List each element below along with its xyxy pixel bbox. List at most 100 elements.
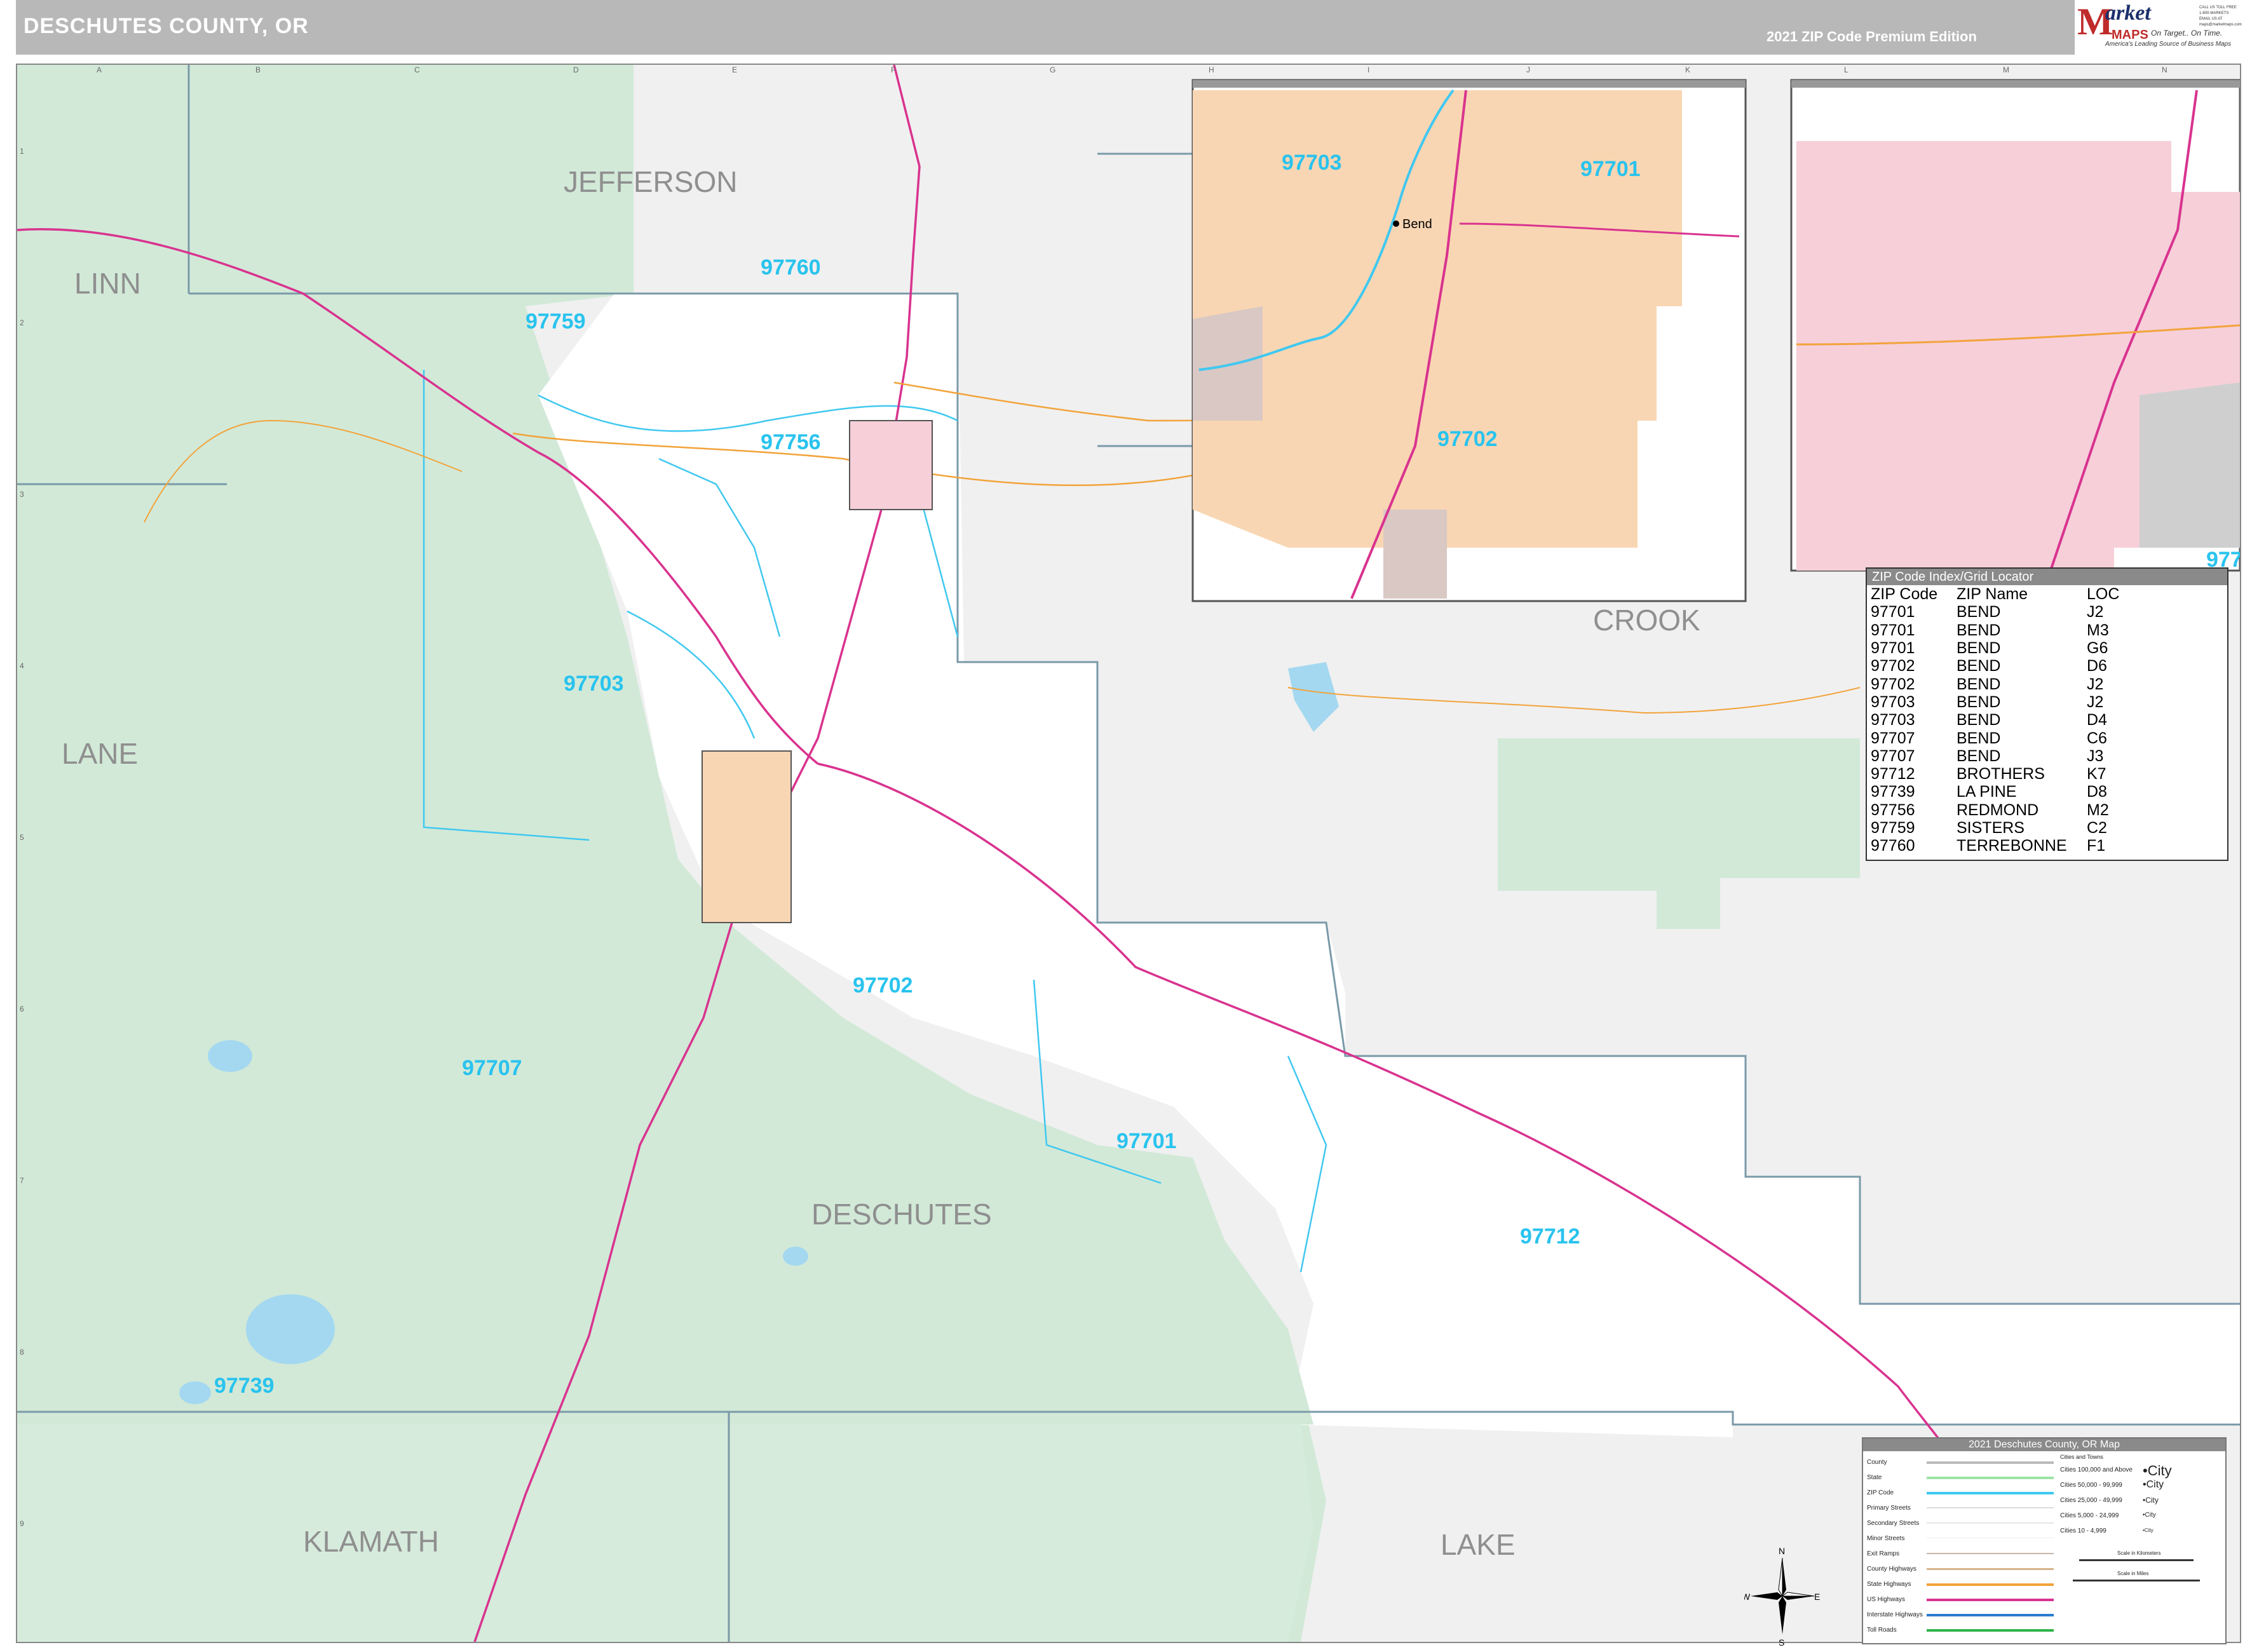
svg-text:C: C [414, 65, 420, 74]
bend-city [702, 751, 791, 923]
legend-city-sym-1: •City [2143, 1463, 2172, 1479]
legend-primary-line [1927, 1507, 2054, 1508]
table-row: 97760 TERREBONNE F1 [1871, 837, 2106, 855]
svg-text:I: I [1367, 65, 1369, 74]
svg-text:9: 9 [20, 1519, 24, 1528]
compass-s: S [1779, 1637, 1784, 1647]
legend-secondary: Secondary Streets [1867, 1520, 1920, 1527]
bend-city-label: Bend [1402, 217, 1432, 231]
title-bar: DESCHUTES COUNTY, OR 2021 ZIP Code Premi… [16, 0, 2242, 55]
legend-county-hwy: County Highways [1867, 1566, 1916, 1573]
scale-bar-km [2079, 1559, 2194, 1561]
table-row: 97759 SISTERS C2 [1871, 819, 2107, 837]
legend-primary: Primary Streets [1867, 1505, 1911, 1512]
svg-text:N: N [2162, 65, 2167, 74]
compass-e: E [1814, 1592, 1820, 1602]
table-row: 97707 BEND J3 [1871, 747, 2104, 765]
svg-text:8: 8 [20, 1348, 24, 1357]
scale-bar-mi [2073, 1580, 2200, 1581]
svg-text:F: F [891, 65, 895, 74]
svg-text:1: 1 [20, 147, 24, 156]
svg-text:J: J [1526, 65, 1530, 74]
zip-97702: 97702 [853, 973, 913, 998]
edition-label: 2021 ZIP Code Premium Edition [1767, 29, 1977, 44]
legend-interstate-line [1927, 1614, 2054, 1616]
legend-us-hwy: US Highways [1867, 1596, 1906, 1603]
table-row: 97701 BEND G6 [1871, 639, 2108, 658]
legend-city-3: Cities 25,000 - 49,999 [2060, 1497, 2122, 1504]
zip-index-grid: ZIP Code ZIP Name LOC 97701 BEND J2 97701 B… [1871, 585, 2138, 855]
zip-97701: 97701 [1116, 1129, 1177, 1153]
map-legend: 2021 Deschutes County, OR Map County Sta… [1862, 1437, 2227, 1644]
svg-text:3: 3 [20, 490, 24, 499]
svg-text:L: L [1844, 65, 1848, 74]
bend-inset-zip-97703: 97703 [1282, 151, 1342, 175]
compass-n: N [1779, 1546, 1785, 1556]
table-row: 97703 BEND J2 [1871, 693, 2104, 711]
zip-index-title: ZIP Code Index/Grid Locator [1867, 569, 2227, 585]
legend-toll-line [1927, 1629, 2054, 1632]
logo-tagline: On Target.. On Time. [2151, 29, 2223, 37]
legend-cities-title: Cities and Towns [2060, 1454, 2103, 1460]
table-row: 97701 BEND J2 [1871, 603, 2104, 621]
wickiup-reservoir [246, 1294, 335, 1364]
bend-inset-zip-97702: 97702 [1437, 427, 1498, 451]
svg-text:M: M [2003, 65, 2009, 74]
legend-minor: Minor Streets [1867, 1535, 1905, 1542]
county-lake: LAKE [1441, 1528, 1516, 1561]
legend-scale-mi: Scale in Miles [2117, 1571, 2149, 1576]
header-loc: LOC [2087, 585, 2120, 604]
county-klamath: KLAMATH [303, 1525, 439, 1558]
table-row: 97701 BEND M3 [1871, 621, 2109, 639]
svg-text:2: 2 [20, 318, 24, 327]
legend-secondary-line [1927, 1522, 2054, 1524]
zip-97739: 97739 [214, 1374, 275, 1398]
zip-97759: 97759 [526, 309, 586, 334]
svg-text:E: E [732, 65, 737, 74]
legend-scale-km: Scale in Kilometers [2117, 1550, 2161, 1556]
zip-97703: 97703 [564, 672, 624, 696]
svg-text:5: 5 [20, 833, 24, 842]
map-title: DESCHUTES COUNTY, OR [24, 14, 309, 38]
county-jefferson: JEFFERSON [564, 165, 737, 198]
legend-zip: ZIP Code [1867, 1489, 1894, 1496]
table-row: 97707 BEND C6 [1871, 729, 2107, 747]
redmond-city [850, 421, 932, 510]
legend-city-4: Cities 5,000 - 24,999 [2060, 1512, 2119, 1519]
svg-text:7: 7 [20, 1176, 24, 1185]
zip-97760: 97760 [761, 255, 821, 280]
header-zip: ZIP Code [1871, 585, 1938, 604]
legend-city-1: Cities 100,000 and Above [2060, 1466, 2133, 1473]
legend-city-sym-4: •City [2143, 1512, 2156, 1519]
legend-city-sym-5: •City [2143, 1527, 2153, 1533]
svg-text:A: A [97, 65, 102, 74]
paulina-lake [783, 1247, 808, 1266]
table-row: 97712 BROTHERS K7 [1871, 765, 2106, 783]
lake-small [179, 1381, 211, 1404]
county-lane: LANE [62, 737, 138, 770]
zip-97756: 97756 [761, 430, 821, 454]
svg-text:B: B [255, 65, 261, 74]
legend-city-2: Cities 50,000 - 99,999 [2060, 1482, 2122, 1489]
logo-contact: CALL US TOLL FREE 1-800-MARKETS · EMAIL … [2199, 6, 2242, 27]
legend-city-sym-2: •City [2143, 1479, 2164, 1490]
legend-toll: Toll Roads [1867, 1627, 1897, 1634]
legend-us-hwy-line [1927, 1599, 2054, 1601]
compass-rose: N S E W [1744, 1546, 1820, 1647]
county-deschutes: DESCHUTES [811, 1198, 992, 1231]
compass-w: W [1744, 1592, 1751, 1602]
legend-zip-line [1927, 1492, 2054, 1494]
county-crook: CROOK [1593, 604, 1700, 637]
zip-97707: 97707 [462, 1056, 522, 1080]
legend-state: State [1867, 1474, 1882, 1481]
svg-text:D: D [573, 65, 579, 74]
bend-inset[interactable]: 97703 97701 97702 Bend [1191, 79, 1747, 602]
legend-county: County [1867, 1459, 1887, 1466]
legend-exit-line [1927, 1553, 2054, 1554]
legend-state-hwy: State Highways [1867, 1581, 1911, 1588]
table-header-row: ZIP Code ZIP Name LOC [1871, 585, 2138, 603]
county-linn: LINN [74, 267, 141, 300]
redmond-inset[interactable]: 97701 [1790, 79, 2240, 572]
table-row: 97756 REDMOND M2 [1871, 801, 2109, 819]
legend-exit: Exit Ramps [1867, 1550, 1900, 1557]
